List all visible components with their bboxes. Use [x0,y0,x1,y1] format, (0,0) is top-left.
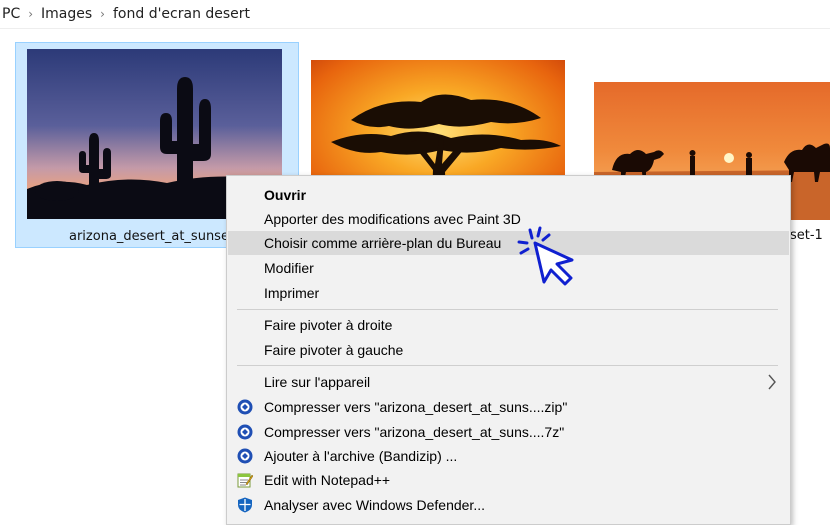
menu-item-label: Ajouter à l'archive (Bandizip) ... [264,448,458,464]
menu-item-compress-7z[interactable]: Compresser vers "arizona_desert_at_suns.… [228,420,789,444]
menu-item-edit-paint3d[interactable]: Apporter des modifications avec Paint 3D [228,207,789,231]
menu-item-label: Lire sur l'appareil [264,374,371,390]
menu-item-label: Faire pivoter à droite [264,317,393,333]
menu-divider [237,309,778,310]
menu-item-label: Edit with Notepad++ [264,472,391,488]
menu-item-open[interactable]: Ouvrir [228,183,789,207]
menu-item-label: Analyser avec Windows Defender... [264,497,485,513]
click-cursor-icon [516,224,578,286]
menu-item-label: Faire pivoter à gauche [264,342,404,358]
breadcrumb-pc[interactable]: PC [0,6,24,22]
chevron-right-icon [767,373,777,391]
menu-item-label: Modifier [264,260,314,276]
bandizip-icon [237,448,253,464]
menu-item-compress-zip[interactable]: Compresser vers "arizona_desert_at_suns.… [228,395,789,419]
breadcrumb-current-folder[interactable]: fond d'ecran desert [109,6,254,22]
breadcrumb-images[interactable]: Images [37,6,96,22]
menu-item-print[interactable]: Imprimer [228,281,789,305]
menu-item-set-desktop-background[interactable]: Choisir comme arrière-plan du Bureau [228,231,789,255]
menu-item-label: Compresser vers "arizona_desert_at_suns.… [264,424,565,440]
menu-item-label: Compresser vers "arizona_desert_at_suns.… [264,399,568,415]
menu-item-label: Imprimer [264,285,320,301]
file-name-camels: set-1 [790,228,823,243]
menu-item-add-to-archive[interactable]: Ajouter à l'archive (Bandizip) ... [228,444,789,468]
menu-item-cast-to-device[interactable]: Lire sur l'appareil [228,370,789,394]
windows-defender-icon [237,497,253,513]
menu-item-rotate-right[interactable]: Faire pivoter à droite [228,313,789,337]
menu-item-label: Ouvrir [264,187,307,203]
breadcrumb: PC › Images › fond d'ecran desert [0,0,830,29]
menu-item-edit[interactable]: Modifier [228,256,789,280]
menu-divider [237,365,778,366]
menu-item-label: Apporter des modifications avec Paint 3D [264,211,521,227]
menu-item-label: Choisir comme arrière-plan du Bureau [264,235,502,251]
menu-item-edit-notepadpp[interactable]: Edit with Notepad++ [228,468,789,492]
bandizip-icon [237,399,253,415]
bandizip-icon [237,424,253,440]
menu-item-scan-defender[interactable]: Analyser avec Windows Defender... [228,493,789,517]
context-menu: Ouvrir Apporter des modifications avec P… [226,175,791,525]
notepad-plus-plus-icon [237,472,254,488]
menu-item-rotate-left[interactable]: Faire pivoter à gauche [228,338,789,362]
chevron-right-icon: › [28,7,34,21]
chevron-right-icon: › [100,7,105,21]
